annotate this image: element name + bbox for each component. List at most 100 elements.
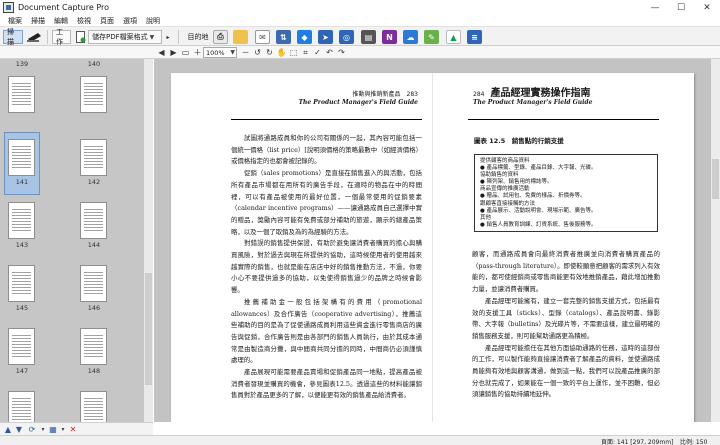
title-bar: Document Capture Pro — ☐ ✕ <box>0 0 720 15</box>
page-thumbnail[interactable] <box>8 391 35 422</box>
left-page-number: 283 <box>406 91 418 98</box>
save-format-dropdown[interactable]: 儲存PDF檔案格式 ▼ <box>88 30 162 44</box>
viewer-scrollbar-handle[interactable] <box>712 159 719 199</box>
body-paragraph: 產品經理可能擁有，建立一套完整的銷售支援方式，包括最有效的支援工具（sticks… <box>472 296 660 340</box>
zoom-info: 比例: 150 <box>680 439 708 445</box>
right-header-title: 產品經理實務操作指南 <box>490 88 591 99</box>
chevron-down-icon: ▼ <box>230 49 235 56</box>
fit-page-icon[interactable]: ▭ <box>180 47 191 58</box>
page-thumbnail[interactable] <box>8 139 35 176</box>
zoom-dropdown[interactable]: 100% ▼ <box>203 47 237 58</box>
dropbox-icon[interactable]: ◆ <box>297 30 312 44</box>
close-icon[interactable]: ✕ <box>694 0 720 15</box>
workflow-button[interactable]: 工作 <box>52 28 71 46</box>
left-header-english: The Product Manager's Field Guide <box>298 99 418 106</box>
undo-icon[interactable]: ↶ <box>324 47 335 58</box>
thumbnail-page-number: 147 <box>15 367 29 375</box>
move-up-icon[interactable]: ▲ <box>3 424 13 435</box>
mail-icon[interactable]: ✉ <box>255 30 270 44</box>
share-icon[interactable]: ➤ <box>318 30 333 44</box>
right-page-header: 284 產品經理實務操作指南 The Product Manager's Fie… <box>473 88 592 107</box>
document-viewer[interactable]: 推動與推銷新產品 283 The Product Manager's Field… <box>154 59 711 422</box>
dropdown-icon[interactable]: ▾ <box>38 424 48 435</box>
print-icon[interactable]: ⎙ <box>213 30 228 44</box>
chevron-down-icon: ▼ <box>149 33 155 41</box>
body-paragraph: 推薦補助金一般包括架構有的費用（promotional allowances）及… <box>231 297 422 365</box>
rotate-page-icon[interactable]: ⟳ <box>27 424 37 435</box>
folder-icon[interactable] <box>233 30 248 44</box>
page-thumbnail[interactable] <box>8 202 35 239</box>
page-thumbnail[interactable] <box>80 76 107 113</box>
document-management-icon[interactable]: ▤ <box>361 30 376 44</box>
page-properties-icon[interactable]: ▦ <box>48 424 58 435</box>
status-bar: 頁面: 141 [297, 209mm] 比例: 150 <box>0 435 720 445</box>
menu-edit[interactable]: 編輯 <box>54 16 68 26</box>
hand-tool-icon[interactable]: ✋ <box>276 47 287 58</box>
page-thumbnail[interactable] <box>80 139 107 176</box>
dropdown-icon[interactable]: ▾ <box>58 424 68 435</box>
thumbnail-page-number: 140 <box>87 60 101 68</box>
google-drive-icon[interactable]: ▲ <box>446 30 461 44</box>
minimize-icon[interactable]: — <box>642 0 668 15</box>
body-paragraph: 產品展現可能需要產品賣場和促銷產品同一地點，提高產品被消費者發現並購買的機會，參… <box>231 368 422 400</box>
page-spread: 推動與推銷新產品 283 The Product Manager's Field… <box>171 73 694 422</box>
page-thumbnail[interactable] <box>8 76 35 113</box>
thumbnail-page-number: 148 <box>87 367 101 375</box>
figure-caption: 圖表 12.5 銷售點的行銷支援 <box>474 137 564 145</box>
thumbnail-page-number: 145 <box>15 304 29 312</box>
left-page-header: 推動與推銷新產品 283 The Product Manager's Field… <box>299 91 418 107</box>
crop-icon[interactable]: ⌗ <box>300 47 311 58</box>
right-page-number: 284 <box>473 91 485 98</box>
page-thumbnail[interactable] <box>80 265 107 302</box>
save-format-icon <box>75 30 86 44</box>
zoom-out-icon[interactable]: － <box>240 47 251 58</box>
scanner-icon[interactable] <box>25 30 43 44</box>
onenote-icon[interactable]: N <box>382 30 397 44</box>
mark-icon[interactable]: ✓ <box>312 47 323 58</box>
right-page-body: 顧客，而通路成員會向最終消費者推廣並向消費者購買產品的（pass-through… <box>472 249 660 401</box>
scan-button[interactable]: 掃描 <box>3 28 23 46</box>
viewer-scrollbar[interactable] <box>711 59 720 422</box>
delete-icon[interactable]: ✕ <box>68 424 78 435</box>
web-icon[interactable]: ◎ <box>339 30 354 44</box>
body-paragraph: 產品經理可能擔任在其他方面協助通路的任務，這時的這部份的工作，可以製作能夠直接讓… <box>472 343 660 399</box>
rotate-left-icon[interactable]: ↺ <box>252 47 263 58</box>
zoom-in-icon[interactable]: ＋ <box>192 47 203 58</box>
selection-icon[interactable]: ⬚ <box>288 47 299 58</box>
thumbnail-scrollbar[interactable] <box>144 59 153 422</box>
onedrive-icon[interactable]: ☁ <box>403 30 418 44</box>
ftp-icon[interactable]: ⇅ <box>276 30 291 44</box>
thumbnail-page-number: 144 <box>87 241 101 249</box>
menu-options[interactable]: 選項 <box>123 16 137 26</box>
settings-icon[interactable]: ≡ <box>467 30 482 44</box>
menu-help[interactable]: 說明 <box>146 16 160 26</box>
move-down-icon[interactable]: ▼ <box>14 424 24 435</box>
menu-scan[interactable]: 掃描 <box>31 16 45 26</box>
body-paragraph: 顧客，而通路成員會向最終消費者推廣並向消費者購買產品的（pass-through… <box>472 250 660 294</box>
page-thumbnail[interactable] <box>8 265 35 302</box>
page-thumbnail[interactable] <box>80 328 107 365</box>
menu-bar: 檔案 掃描 編輯 檢視 頁面 選項 說明 <box>0 15 720 26</box>
redo-icon[interactable]: ↷ <box>336 47 347 58</box>
page-thumbnail[interactable] <box>8 328 35 365</box>
figure-line: ● 贈品、試用包、免費的樣品、折價券等。 <box>480 193 586 200</box>
page-prev-icon[interactable]: ◀ <box>156 47 167 58</box>
thumbnail-scrollbar-handle[interactable] <box>145 273 152 385</box>
thumbnail-page-number: 139 <box>15 60 29 68</box>
page-thumbnail[interactable] <box>80 391 107 422</box>
rotate-right-icon[interactable]: ↻ <box>264 47 275 58</box>
menu-page[interactable]: 頁面 <box>100 16 114 26</box>
destination-label: 目的地 <box>187 33 209 41</box>
menu-file[interactable]: 檔案 <box>8 16 22 26</box>
page-thumbnail[interactable] <box>80 202 107 239</box>
dropdown-options-icon[interactable]: ▸ <box>164 30 172 44</box>
thumbnail-page-number: 141 <box>15 178 29 186</box>
menu-view[interactable]: 檢視 <box>77 16 91 26</box>
main-toolbar: 掃描 工作 儲存PDF檔案格式 ▼ ▸ 目的地 ⎙ ✉ ⇅ ◆ ➤ ◎ ▤ N … <box>0 26 720 46</box>
maximize-icon[interactable]: ☐ <box>668 0 694 15</box>
page-next-icon[interactable]: ▶ <box>168 47 179 58</box>
body-paragraph: 對錯誤的銷售提供保證，有助於避免讓消費者購買的擔心與購買風險，對於過去與現在所提… <box>231 239 422 295</box>
thumbnail-panel-toolbar: ▲ ▼ ⟳ ▾ ▦ ▾ ✕ <box>0 422 153 435</box>
figure-line: 其他 <box>480 214 492 221</box>
evernote-icon[interactable]: ✎ <box>424 30 439 44</box>
